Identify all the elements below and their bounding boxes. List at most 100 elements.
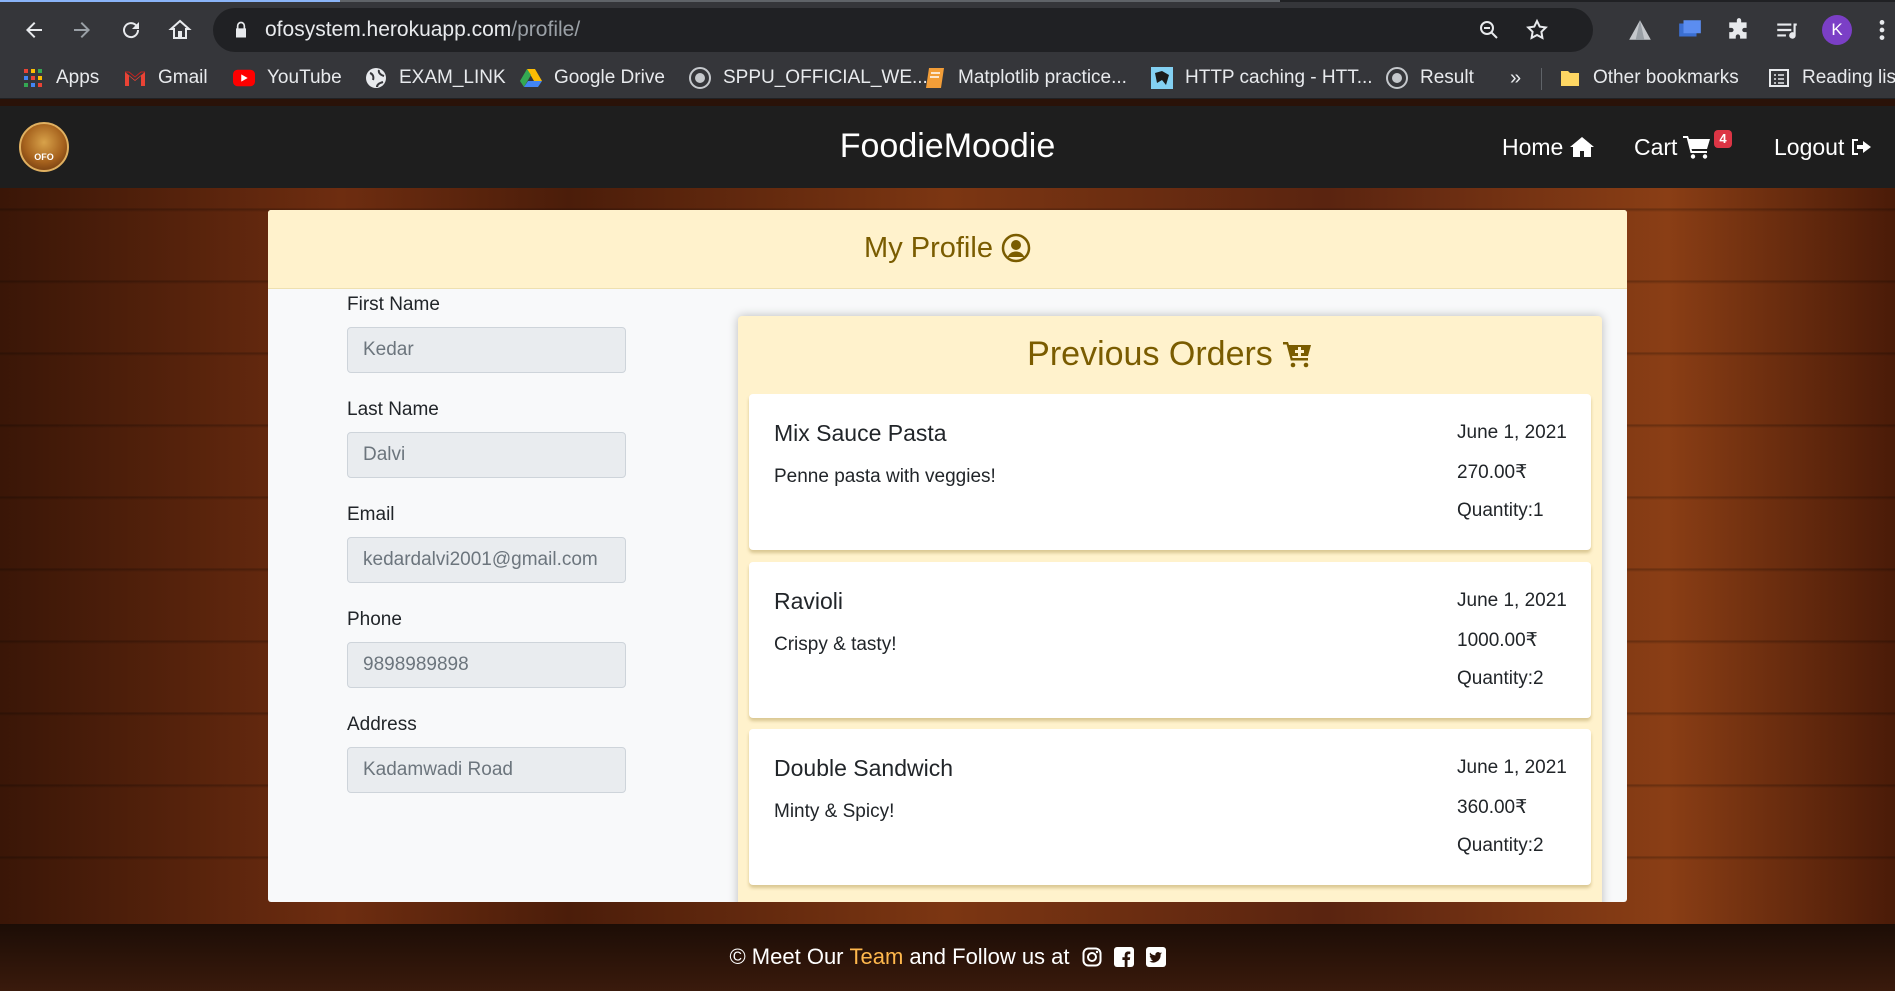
nav-home-link[interactable]: Home <box>1502 134 1595 160</box>
bookmark-label: Result <box>1420 67 1474 88</box>
order-item-description: Minty & Spicy! <box>774 801 895 822</box>
bookmark-label: HTTP caching - HTT... <box>1185 67 1373 88</box>
first-name-field[interactable] <box>347 327 626 373</box>
order-price: 270.00₹ <box>1457 462 1528 483</box>
bookmark-exam-link[interactable]: EXAM_LINK <box>365 66 506 90</box>
site-footer: © Meet Our Team and Follow us at <box>0 924 1895 991</box>
forward-button[interactable] <box>64 12 100 48</box>
cart-plus-icon <box>1282 342 1311 368</box>
email-field[interactable] <box>347 537 626 583</box>
email-label: Email <box>347 504 395 525</box>
bookmark-youtube[interactable]: YouTube <box>233 66 342 90</box>
bookmark-google-drive[interactable]: Google Drive <box>520 66 665 90</box>
nav-home-label: Home <box>1502 134 1564 160</box>
mdn-icon <box>1151 67 1173 89</box>
order-date: June 1, 2021 <box>1457 422 1567 443</box>
bookmark-matplotlib[interactable]: Matplotlib practice... <box>924 66 1127 90</box>
extension-triangle-icon[interactable] <box>1627 17 1653 43</box>
bookmark-label: Reading list <box>1802 67 1895 88</box>
shopping-cart-icon <box>1683 136 1711 159</box>
url-path: /profile/ <box>511 18 581 41</box>
facebook-icon[interactable] <box>1113 947 1134 967</box>
bookmark-label: Google Drive <box>554 67 665 88</box>
nav-cart-link[interactable]: Cart <box>1634 134 1711 160</box>
notebook-icon <box>924 67 946 89</box>
footer-prefix: © Meet Our <box>729 944 844 969</box>
order-date: June 1, 2021 <box>1457 757 1567 778</box>
first-name-label: First Name <box>347 294 440 315</box>
bookmark-sppu-official[interactable]: SPPU_OFFICIAL_WE... <box>689 66 928 90</box>
order-quantity: Quantity:1 <box>1457 500 1544 521</box>
order-quantity: Quantity:2 <box>1457 668 1544 689</box>
more-vertical-icon[interactable] <box>1872 17 1892 43</box>
reload-button[interactable] <box>113 12 149 48</box>
back-arrow-icon <box>26 22 42 38</box>
other-bookmarks[interactable]: Other bookmarks <box>1559 66 1739 90</box>
back-button[interactable] <box>16 12 52 48</box>
order-card[interactable]: Mix Sauce Pasta Penne pasta with veggies… <box>749 394 1591 550</box>
youtube-icon <box>233 67 255 89</box>
url-text: ofosystem.herokuapp.com/profile/ <box>265 18 580 42</box>
extensions-puzzle-icon[interactable] <box>1726 17 1752 43</box>
reload-icon <box>123 22 140 39</box>
media-playlist-icon[interactable] <box>1774 17 1800 43</box>
previous-orders-title: Previous Orders <box>738 334 1602 374</box>
reading-list[interactable]: Reading list <box>1768 66 1895 90</box>
order-item-description: Penne pasta with veggies! <box>774 466 996 487</box>
bookmark-http-caching[interactable]: HTTP caching - HTT... <box>1151 66 1373 90</box>
bookmark-label: YouTube <box>267 67 342 88</box>
order-price: 360.00₹ <box>1457 797 1528 818</box>
lock-icon <box>236 21 246 38</box>
order-date: June 1, 2021 <box>1457 590 1567 611</box>
profile-avatar[interactable]: K <box>1822 15 1852 45</box>
order-item-name: Ravioli <box>774 588 844 614</box>
footer-text: © Meet Our Team and Follow us at <box>0 944 1895 970</box>
order-card[interactable]: Ravioli Crispy & tasty! June 1, 2021 100… <box>749 562 1591 718</box>
folder-icon <box>1559 67 1581 89</box>
site-navbar: OFO FoodieMoodie Home Cart 4 Logout <box>0 106 1895 188</box>
phone-field[interactable] <box>347 642 626 688</box>
sign-out-icon <box>1852 139 1872 155</box>
bookmarks-bar: Apps Gmail YouTube EXAM_LINK Google Driv… <box>0 58 1895 99</box>
home-button[interactable] <box>162 12 198 48</box>
previous-orders-title-text: Previous Orders <box>1027 335 1273 373</box>
bookmarks-overflow-button[interactable]: » <box>1510 66 1521 90</box>
order-item-name: Double Sandwich <box>774 755 954 781</box>
zoom-icon[interactable] <box>1477 18 1501 42</box>
bookmark-gmail[interactable]: Gmail <box>124 66 208 90</box>
profile-title-text: My Profile <box>864 232 993 264</box>
reading-list-icon <box>1768 67 1790 89</box>
instagram-icon[interactable] <box>1082 947 1102 967</box>
bookmark-label: Other bookmarks <box>1593 67 1739 88</box>
globe-icon <box>365 67 387 89</box>
order-price: 1000.00₹ <box>1457 630 1538 651</box>
url-host: ofosystem.herokuapp.com <box>265 18 512 41</box>
bookmark-star-icon[interactable] <box>1525 18 1549 42</box>
address-bar[interactable]: ofosystem.herokuapp.com/profile/ <box>213 8 1593 52</box>
site-viewport: OFO FoodieMoodie Home Cart 4 Logout My P… <box>0 106 1895 991</box>
extension-window-icon[interactable] <box>1677 17 1703 43</box>
nav-logout-label: Logout <box>1774 134 1845 160</box>
bookmark-label: Matplotlib practice... <box>958 67 1127 88</box>
google-drive-icon <box>520 67 542 89</box>
brand-title[interactable]: FoodieMoodie <box>0 126 1895 166</box>
twitter-icon[interactable] <box>1145 947 1166 967</box>
previous-orders-panel: Previous Orders Mix Sauce Pasta Penne pa… <box>738 316 1602 902</box>
bookmark-apps[interactable]: Apps <box>22 66 99 90</box>
order-card[interactable]: Double Sandwich Minty & Spicy! June 1, 2… <box>749 729 1591 885</box>
order-item-name: Mix Sauce Pasta <box>774 420 947 446</box>
last-name-field[interactable] <box>347 432 626 478</box>
profile-card-header: My Profile <box>268 210 1627 289</box>
bookmark-result[interactable]: Result <box>1386 66 1474 90</box>
nav-cart-label: Cart <box>1634 134 1678 160</box>
team-link[interactable]: Team <box>850 944 904 970</box>
footer-suffix: and Follow us at <box>909 944 1070 969</box>
address-field[interactable] <box>347 747 626 793</box>
browser-toolbar: ofosystem.herokuapp.com/profile/ K <box>0 2 1895 58</box>
bookmark-label: EXAM_LINK <box>399 67 506 88</box>
forward-arrow-icon <box>74 22 90 38</box>
address-label: Address <box>347 714 417 735</box>
bookmark-label: SPPU_OFFICIAL_WE... <box>723 67 928 88</box>
home-outline-icon <box>168 19 192 39</box>
nav-logout-link[interactable]: Logout <box>1774 134 1872 160</box>
